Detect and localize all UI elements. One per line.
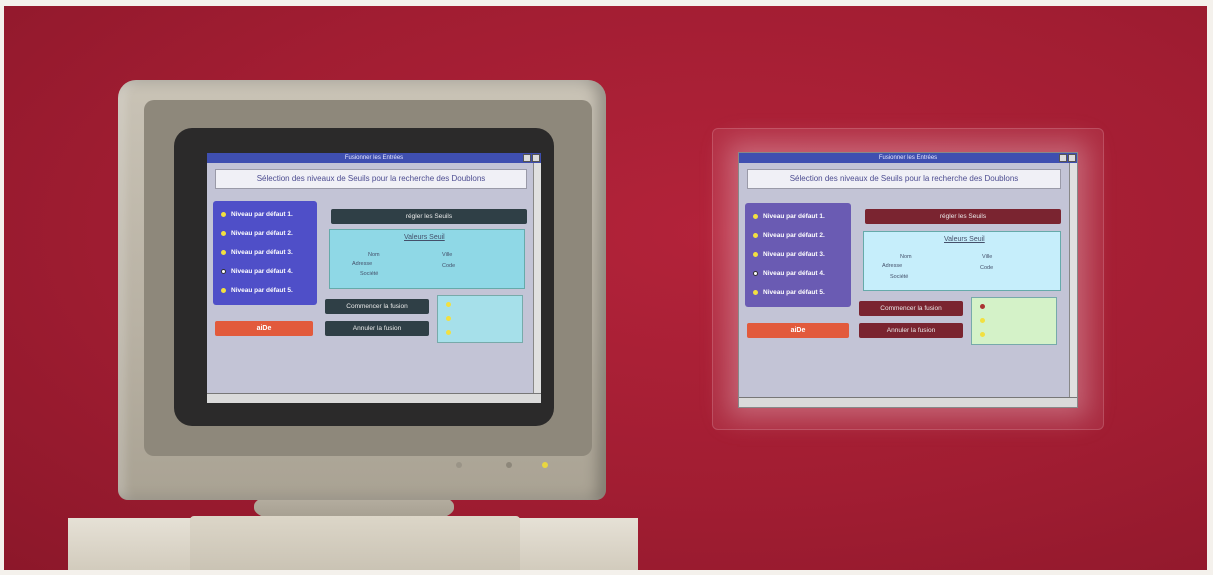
vertical-scrollbar[interactable] [1069,163,1077,398]
option-radio-icon[interactable] [446,302,451,307]
level-label: Niveau par défaut 3. [763,251,825,258]
level-item[interactable]: Niveau par défaut 3. [753,251,825,258]
level-item[interactable]: Niveau par défaut 2. [753,232,825,239]
window-titlebar: Fusionner les Entrées [207,153,541,163]
monitor-stand [190,516,520,570]
level-item[interactable]: Niveau par défaut 5. [221,287,293,294]
level-item[interactable]: Niveau par défaut 4. [221,268,293,275]
levels-panel: Niveau par défaut 1. Niveau par défaut 2… [745,203,851,307]
options-panel [437,295,523,343]
option-radio-icon[interactable] [980,318,985,323]
option-radio-icon[interactable] [980,332,985,337]
level-item[interactable]: Niveau par défaut 1. [753,213,825,220]
field-label: Code [442,263,456,269]
minimize-icon[interactable] [523,154,531,162]
level-item[interactable]: Niveau par défaut 3. [221,249,293,256]
help-button[interactable]: aiDe [747,323,849,338]
vertical-scrollbar[interactable] [533,163,541,394]
minimize-icon[interactable] [1059,154,1067,162]
thresholds-title: Valeurs Seuil [404,234,445,241]
projected-screen: Fusionner les Entrées Sélection des nive… [738,152,1078,408]
field-label: Société [890,274,909,280]
radio-icon [753,289,758,295]
option-radio-icon[interactable] [446,316,451,321]
radio-icon [221,268,226,274]
photograph: Fusionner les Entrées Sélection des nive… [4,6,1207,570]
option-radio-icon[interactable] [980,304,985,309]
level-label: Niveau par défaut 1. [231,211,293,218]
horizontal-scrollbar[interactable] [739,397,1077,407]
radio-icon [753,232,758,238]
level-label: Niveau par défaut 2. [763,232,825,239]
window-titlebar: Fusionner les Entrées [739,153,1077,163]
options-panel [971,297,1057,345]
cancel-merge-button[interactable]: Annuler la fusion [325,321,429,336]
field-label: Ville [982,254,993,260]
thresholds-panel: Valeurs Seuil Nom Ville Adresse Code Soc… [329,229,525,289]
radio-icon [221,249,226,255]
radio-icon [753,213,758,219]
maximize-icon[interactable] [532,154,540,162]
level-item[interactable]: Niveau par défaut 1. [221,211,293,218]
horizontal-scrollbar[interactable] [207,393,541,403]
field-label: Nom [900,254,912,260]
level-label: Niveau par défaut 1. [763,213,825,220]
level-label: Niveau par défaut 5. [231,287,293,294]
monitor-screen: Fusionner les Entrées Sélection des nive… [206,152,542,404]
radio-icon [221,287,226,293]
field-label: Société [360,271,379,277]
thresholds-title: Valeurs Seuil [944,236,985,243]
radio-icon [753,270,758,276]
page-header: Sélection des niveaux de Seuils pour la … [215,169,527,189]
level-label: Niveau par défaut 2. [231,230,293,237]
field-label: Adresse [882,263,903,269]
cancel-merge-button[interactable]: Annuler la fusion [859,323,963,338]
level-label: Niveau par défaut 4. [763,270,825,277]
thresholds-panel: Valeurs Seuil Nom Ville Adresse Code Soc… [863,231,1061,291]
field-label: Code [980,265,994,271]
radio-icon [221,230,226,236]
start-merge-button[interactable]: Commencer la fusion [325,299,429,314]
level-item[interactable]: Niveau par défaut 5. [753,289,825,296]
page-header: Sélection des niveaux de Seuils pour la … [747,169,1061,189]
start-merge-button[interactable]: Commencer la fusion [859,301,963,316]
level-label: Niveau par défaut 4. [231,268,293,275]
set-thresholds-button[interactable]: régler les Seuils [331,209,527,224]
control-knob-icon [506,462,512,468]
help-button[interactable]: aiDe [215,321,313,336]
maximize-icon[interactable] [1068,154,1076,162]
level-label: Niveau par défaut 3. [231,249,293,256]
level-label: Niveau par défaut 5. [763,289,825,296]
radio-icon [753,251,758,257]
field-label: Nom [368,252,380,258]
power-button-icon [456,462,462,468]
levels-panel: Niveau par défaut 1. Niveau par défaut 2… [213,201,317,305]
set-thresholds-button[interactable]: régler les Seuils [865,209,1061,224]
level-item[interactable]: Niveau par défaut 4. [753,270,825,277]
option-radio-icon[interactable] [446,330,451,335]
level-item[interactable]: Niveau par défaut 2. [221,230,293,237]
radio-icon [221,211,226,217]
power-led-icon [542,462,548,468]
field-label: Adresse [352,261,373,267]
field-label: Ville [442,252,453,258]
